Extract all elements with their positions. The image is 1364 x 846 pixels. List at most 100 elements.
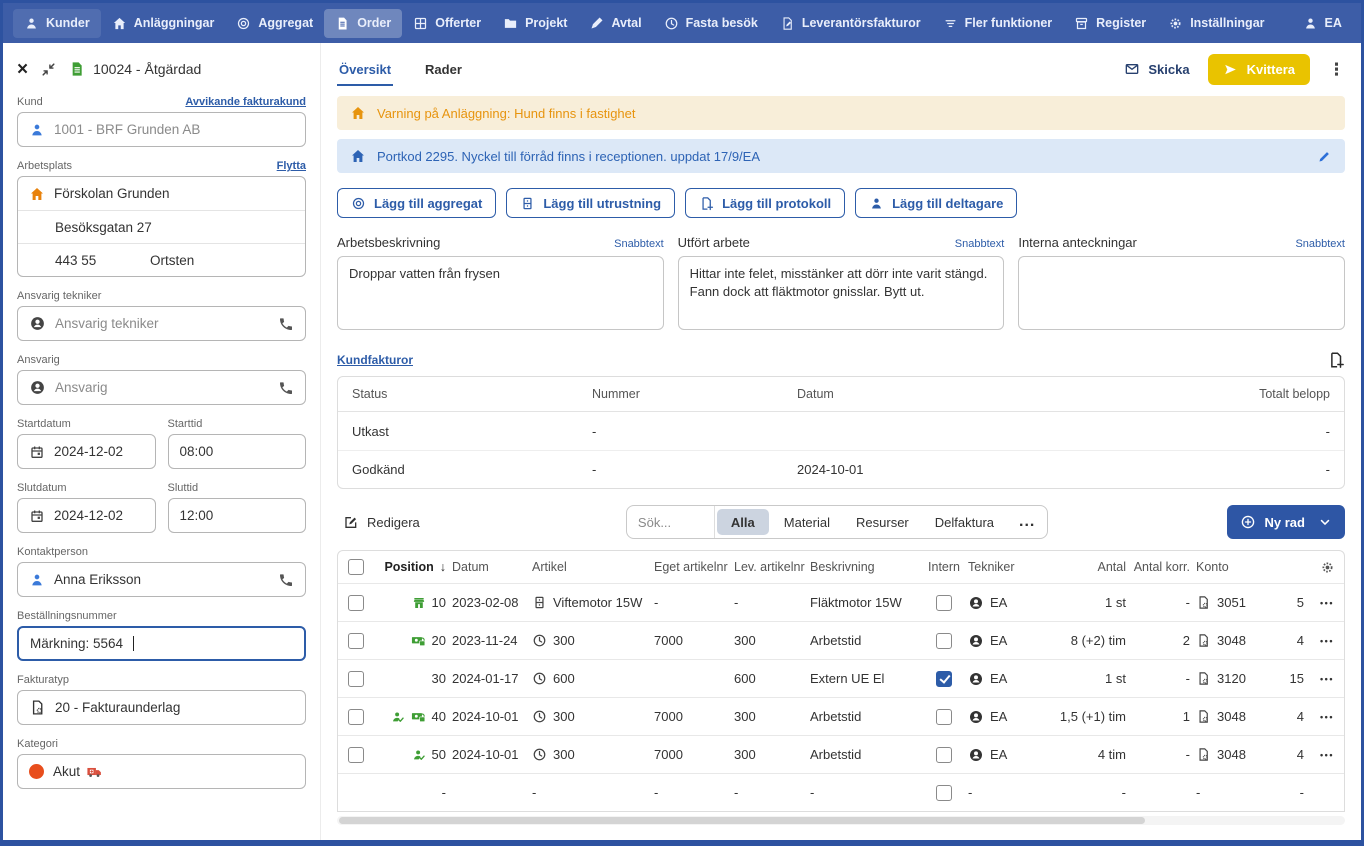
filter-material[interactable]: Material — [771, 506, 843, 538]
select-all-checkbox[interactable] — [348, 559, 364, 575]
phone-icon[interactable] — [278, 572, 294, 588]
lagg-till-protokoll-button[interactable]: Lägg till protokoll — [685, 188, 845, 218]
arbetsplats-card[interactable]: Förskolan Grunden Besöksgatan 27 443 55O… — [17, 176, 306, 277]
line-quantity: 4 tim — [1098, 747, 1126, 762]
lagg-till-utrustning-button[interactable]: Lägg till utrustning — [506, 188, 675, 218]
sluttid-value: 12:00 — [180, 508, 214, 523]
row-menu-button[interactable]: ••• — [1320, 750, 1334, 760]
column-settings-gear-icon[interactable] — [1320, 560, 1335, 575]
nav-item-fler-funktioner[interactable]: Fler funktioner — [932, 9, 1064, 38]
arbetsbeskrivning-textarea[interactable]: Droppar vatten från frysen — [337, 256, 664, 330]
user-menu[interactable]: EA — [1292, 9, 1353, 38]
line-own-article-number: - — [654, 595, 658, 610]
slutdatum-label: Slutdatum — [17, 482, 67, 494]
row-menu-button[interactable]: ••• — [1320, 712, 1334, 722]
order-line-row[interactable]: 50 2024-10-01 300 7000 300 Arbetstid — [338, 735, 1344, 773]
line-description: Arbetstid — [810, 709, 861, 724]
tab-oversikt[interactable]: Översikt — [337, 53, 393, 86]
nav-item-fasta-besok[interactable]: Fasta besök — [653, 9, 769, 38]
interna-anteckningar-textarea[interactable] — [1018, 256, 1345, 330]
intern-checkbox[interactable] — [936, 785, 952, 801]
ny-rad-button[interactable]: Ny rad — [1227, 505, 1345, 539]
intern-checkbox[interactable] — [936, 633, 952, 649]
filter-alla[interactable]: Alla — [717, 509, 769, 535]
close-panel-button[interactable]: × — [17, 60, 28, 79]
filter-delfaktura[interactable]: Delfaktura — [922, 506, 1007, 538]
row-menu-button[interactable]: ••• — [1320, 636, 1334, 646]
sluttid-field[interactable]: 12:00 — [168, 498, 307, 533]
starttid-field[interactable]: 08:00 — [168, 434, 307, 469]
add-invoice-icon[interactable] — [1327, 351, 1345, 369]
row-checkbox[interactable] — [348, 595, 364, 611]
invoice-row[interactable]: Utkast - - — [338, 412, 1344, 450]
sort-descending-icon[interactable]: ↓ — [440, 560, 446, 574]
phone-icon[interactable] — [278, 380, 294, 396]
row-menu-button[interactable]: ••• — [1320, 674, 1334, 684]
nav-item-order[interactable]: Order — [324, 9, 402, 38]
kund-field[interactable]: 1001 - BRF Grunden AB — [17, 112, 306, 147]
intern-checkbox[interactable] — [936, 747, 952, 763]
notifications-button[interactable] — [1353, 8, 1364, 38]
phone-icon[interactable] — [278, 316, 294, 332]
row-menu-button[interactable]: ••• — [1320, 598, 1334, 608]
row-checkbox[interactable] — [348, 709, 364, 725]
nav-item-leverantorsfakturor[interactable]: Leverantörsfakturor — [769, 9, 932, 38]
calendar-icon — [29, 444, 45, 460]
kvittera-button[interactable]: Kvittera — [1208, 54, 1310, 85]
flytta-link[interactable]: Flytta — [277, 160, 306, 172]
utfort-arbete-textarea[interactable]: Hittar inte felet, misstänker att dörr i… — [678, 256, 1005, 330]
redigera-button[interactable]: Redigera — [343, 514, 420, 530]
fakturatyp-field[interactable]: 20 - Fakturaunderlag — [17, 690, 306, 725]
row-checkbox[interactable] — [348, 747, 364, 763]
snabbtext-link[interactable]: Snabbtext — [614, 238, 664, 250]
nav-item-aggregat[interactable]: Aggregat — [225, 9, 324, 38]
snabbtext-link[interactable]: Snabbtext — [1295, 238, 1345, 250]
scrollbar-thumb[interactable] — [339, 817, 1145, 824]
lagg-till-deltagare-button[interactable]: Lägg till deltagare — [855, 188, 1017, 218]
nav-item-avtal[interactable]: Avtal — [578, 9, 652, 38]
intern-checkbox[interactable] — [936, 595, 952, 611]
slutdatum-field[interactable]: 2024-12-02 — [17, 498, 156, 533]
order-line-row[interactable]: 30 2024-01-17 600 600 Extern UE El — [338, 659, 1344, 697]
row-checkbox[interactable] — [348, 633, 364, 649]
invoice-row[interactable]: Godkänd - 2024-10-01 - — [338, 450, 1344, 488]
bestallningsnummer-value: Märkning: 5564 — [30, 636, 123, 651]
line-supplier-article-number: 300 — [734, 633, 756, 648]
more-actions-button[interactable]: ⋮ — [1328, 61, 1345, 78]
collapse-panel-icon[interactable] — [40, 61, 57, 78]
nav-item-offerter[interactable]: Offerter — [402, 9, 492, 38]
bestallningsnummer-input[interactable]: Märkning: 5564 — [17, 626, 306, 661]
snabbtext-link[interactable]: Snabbtext — [955, 238, 1005, 250]
tab-rader[interactable]: Rader — [423, 53, 464, 86]
empty-new-line-row[interactable]: - - - - - - - - - — [338, 773, 1344, 811]
ansvarig-field[interactable]: Ansvarig — [17, 370, 306, 405]
nav-item-kunder[interactable]: Kunder — [13, 9, 101, 38]
order-line-row[interactable]: 40 2024-10-01 300 7000 300 Arbetstid — [338, 697, 1344, 735]
intern-checkbox[interactable] — [936, 671, 952, 687]
sluttid-label: Sluttid — [168, 482, 199, 494]
avvikande-fakturakund-link[interactable]: Avvikande fakturakund — [185, 96, 306, 108]
skicka-button[interactable]: Skicka — [1124, 61, 1189, 77]
nav-item-projekt[interactable]: Projekt — [492, 9, 578, 38]
line-quantity: 8 (+2) tim — [1071, 633, 1126, 648]
nav-item-anlaggningar[interactable]: Anläggningar — [101, 9, 226, 38]
search-input[interactable]: Sök... — [627, 506, 715, 538]
startdatum-field[interactable]: 2024-12-02 — [17, 434, 156, 469]
horizontal-scrollbar[interactable] — [337, 816, 1345, 825]
kontaktperson-field[interactable]: Anna Eriksson — [17, 562, 306, 597]
nav-item-installningar[interactable]: Inställningar — [1157, 9, 1275, 38]
order-line-row[interactable]: 10 2023-02-08 Viftemotor 15W - - Fläktmo… — [338, 583, 1344, 621]
pencil-icon[interactable] — [1317, 149, 1332, 164]
interna-anteckningar-label: Interna anteckningar — [1018, 235, 1137, 250]
filter-resurser[interactable]: Resurser — [843, 506, 922, 538]
order-line-row[interactable]: 20 2023-11-24 300 7000 300 Arbetstid — [338, 621, 1344, 659]
home-icon — [350, 105, 366, 121]
nav-item-register[interactable]: Register — [1063, 9, 1157, 38]
filter-overflow-button[interactable]: ... — [1007, 506, 1047, 538]
intern-checkbox[interactable] — [936, 709, 952, 725]
ansvarig-tekniker-field[interactable]: Ansvarig tekniker — [17, 306, 306, 341]
kundfakturor-link[interactable]: Kundfakturor — [337, 353, 413, 367]
kategori-field[interactable]: Akut — [17, 754, 306, 789]
row-checkbox[interactable] — [348, 671, 364, 687]
lagg-till-aggregat-button[interactable]: Lägg till aggregat — [337, 188, 496, 218]
